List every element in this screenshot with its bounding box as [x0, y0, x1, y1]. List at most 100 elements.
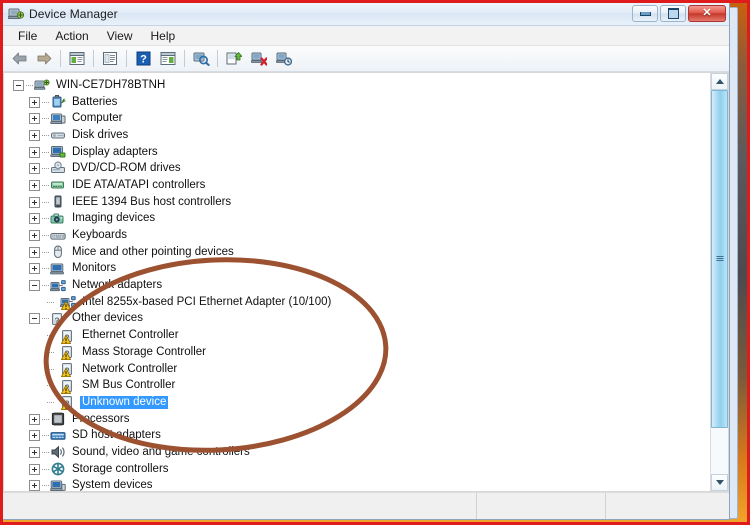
svg-text:?: ? — [140, 54, 147, 66]
expand-node-button[interactable] — [29, 163, 40, 175]
expand-node-button[interactable] — [29, 263, 40, 275]
expand-node-button[interactable] — [29, 463, 40, 475]
show-hide-action-pane-button[interactable] — [156, 47, 180, 71]
expand-node-button[interactable] — [29, 129, 40, 141]
scroll-down-arrow-icon — [715, 480, 724, 485]
arrow-left-icon — [12, 52, 26, 65]
tree-connector — [42, 451, 50, 453]
menu-item-help[interactable]: Help — [142, 27, 185, 45]
scroll-down-button[interactable] — [711, 474, 728, 491]
expand-node-button[interactable] — [29, 179, 40, 191]
expand-node-button[interactable] — [29, 480, 40, 491]
tree-item[interactable]: ? Ethernet Controller — [4, 327, 710, 344]
tree-item[interactable]: IEEE 1394 Bus host controllers — [4, 194, 710, 211]
expand-node-button[interactable] — [29, 413, 40, 425]
minimize-button[interactable] — [632, 5, 658, 22]
tree-item[interactable]: ? Other devices — [4, 311, 710, 328]
tree-item[interactable]: Display adapters — [4, 144, 710, 161]
toolbar-separator-5 — [217, 50, 218, 67]
close-icon: ✕ — [702, 7, 712, 19]
scrollbar-track[interactable] — [711, 90, 728, 474]
tree-item[interactable]: ? Unknown device — [4, 394, 710, 411]
device-tree[interactable]: WIN-CE7DH78BTNH Batteries Computer Disk dri… — [4, 73, 710, 491]
back-button[interactable] — [7, 47, 31, 71]
menu-item-file[interactable]: File — [9, 27, 46, 45]
tree-connector — [42, 101, 50, 103]
expand-node-button[interactable] — [29, 113, 40, 125]
window-controls: ✕ — [632, 5, 726, 22]
tree-item[interactable]: Mice and other pointing devices — [4, 244, 710, 261]
help-button[interactable]: ? — [131, 47, 155, 71]
tree-item[interactable]: Batteries — [4, 94, 710, 111]
tree-connector — [42, 218, 50, 220]
tree-item[interactable]: Processors — [4, 411, 710, 428]
scrollbar-thumb[interactable] — [711, 90, 728, 428]
tree-item[interactable]: Keyboards — [4, 227, 710, 244]
tree-connector — [47, 301, 55, 303]
tree-item-label: Processors — [72, 412, 130, 425]
maximize-icon — [667, 8, 679, 19]
tree-item[interactable]: DVD/CD-ROM drives — [4, 160, 710, 177]
expand-node-button[interactable] — [29, 96, 40, 108]
tree-item[interactable]: SD host adapters — [4, 427, 710, 444]
tree-item[interactable]: Intel 8255x-based PCI Ethernet Adapter (… — [4, 294, 710, 311]
collapse-node-button[interactable] — [29, 313, 40, 325]
close-button[interactable]: ✕ — [688, 5, 726, 22]
status-bar — [3, 492, 729, 519]
tree-item[interactable]: ? Network Controller — [4, 361, 710, 378]
tree-item[interactable]: Disk drives — [4, 127, 710, 144]
expand-node-button[interactable] — [29, 446, 40, 458]
network-adapter-icon — [49, 278, 66, 294]
vertical-scrollbar[interactable] — [710, 73, 728, 491]
tree-item-label: Imaging devices — [72, 212, 156, 225]
uninstall-device-button[interactable] — [272, 47, 296, 71]
status-pane-middle — [477, 493, 606, 519]
tree-item-label: Network Controller — [82, 362, 178, 375]
scan-for-hardware-changes-button[interactable] — [189, 47, 213, 71]
collapse-node-button[interactable] — [29, 280, 40, 292]
tree-item[interactable]: IDE ATA/ATAPI controllers — [4, 177, 710, 194]
tree-item[interactable]: System devices — [4, 478, 710, 491]
tree-item[interactable]: ? SM Bus Controller — [4, 377, 710, 394]
disable-device-icon — [251, 52, 267, 66]
tree-item-label: DVD/CD-ROM drives — [72, 162, 181, 175]
tree-item[interactable]: WIN-CE7DH78BTNH — [4, 77, 710, 94]
tree-item-label: System devices — [72, 479, 153, 491]
tree-connector — [42, 118, 50, 120]
expand-node-button[interactable] — [29, 230, 40, 242]
maximize-button[interactable] — [660, 5, 686, 22]
show-hide-console-tree-button[interactable] — [65, 47, 89, 71]
tree-item-label: Display adapters — [72, 145, 158, 158]
tree-item[interactable]: Sound, video and game controllers — [4, 444, 710, 461]
mouse-icon — [50, 244, 66, 260]
tree-item-label: Keyboards — [72, 229, 127, 242]
scroll-up-arrow-icon — [715, 79, 724, 84]
ide-controller-icon — [50, 177, 66, 193]
disable-device-button[interactable] — [247, 47, 271, 71]
status-pane-end — [606, 493, 729, 519]
expand-node-button[interactable] — [29, 246, 40, 258]
minimize-icon — [639, 11, 651, 16]
expand-node-button[interactable] — [29, 146, 40, 158]
tree-item[interactable]: Storage controllers — [4, 461, 710, 478]
expand-node-button[interactable] — [29, 196, 40, 208]
tree-connector — [47, 368, 55, 370]
keyboard-icon — [50, 228, 66, 244]
tree-item[interactable]: Monitors — [4, 261, 710, 278]
scroll-up-button[interactable] — [711, 73, 728, 90]
update-driver-icon — [226, 52, 242, 65]
update-driver-software-button[interactable] — [222, 47, 246, 71]
tree-item[interactable]: Computer — [4, 110, 710, 127]
properties-button[interactable] — [98, 47, 122, 71]
collapse-node-button[interactable] — [13, 79, 24, 91]
tree-connector — [42, 485, 50, 487]
tree-item[interactable]: Network adapters — [4, 277, 710, 294]
tree-item[interactable]: ? Mass Storage Controller — [4, 344, 710, 361]
expand-node-button[interactable] — [29, 430, 40, 442]
tree-item-label: Ethernet Controller — [82, 329, 179, 342]
forward-button[interactable] — [32, 47, 56, 71]
menu-item-view[interactable]: View — [98, 27, 142, 45]
tree-item[interactable]: Imaging devices — [4, 211, 710, 228]
expand-node-button[interactable] — [29, 213, 40, 225]
menu-item-action[interactable]: Action — [46, 27, 97, 45]
